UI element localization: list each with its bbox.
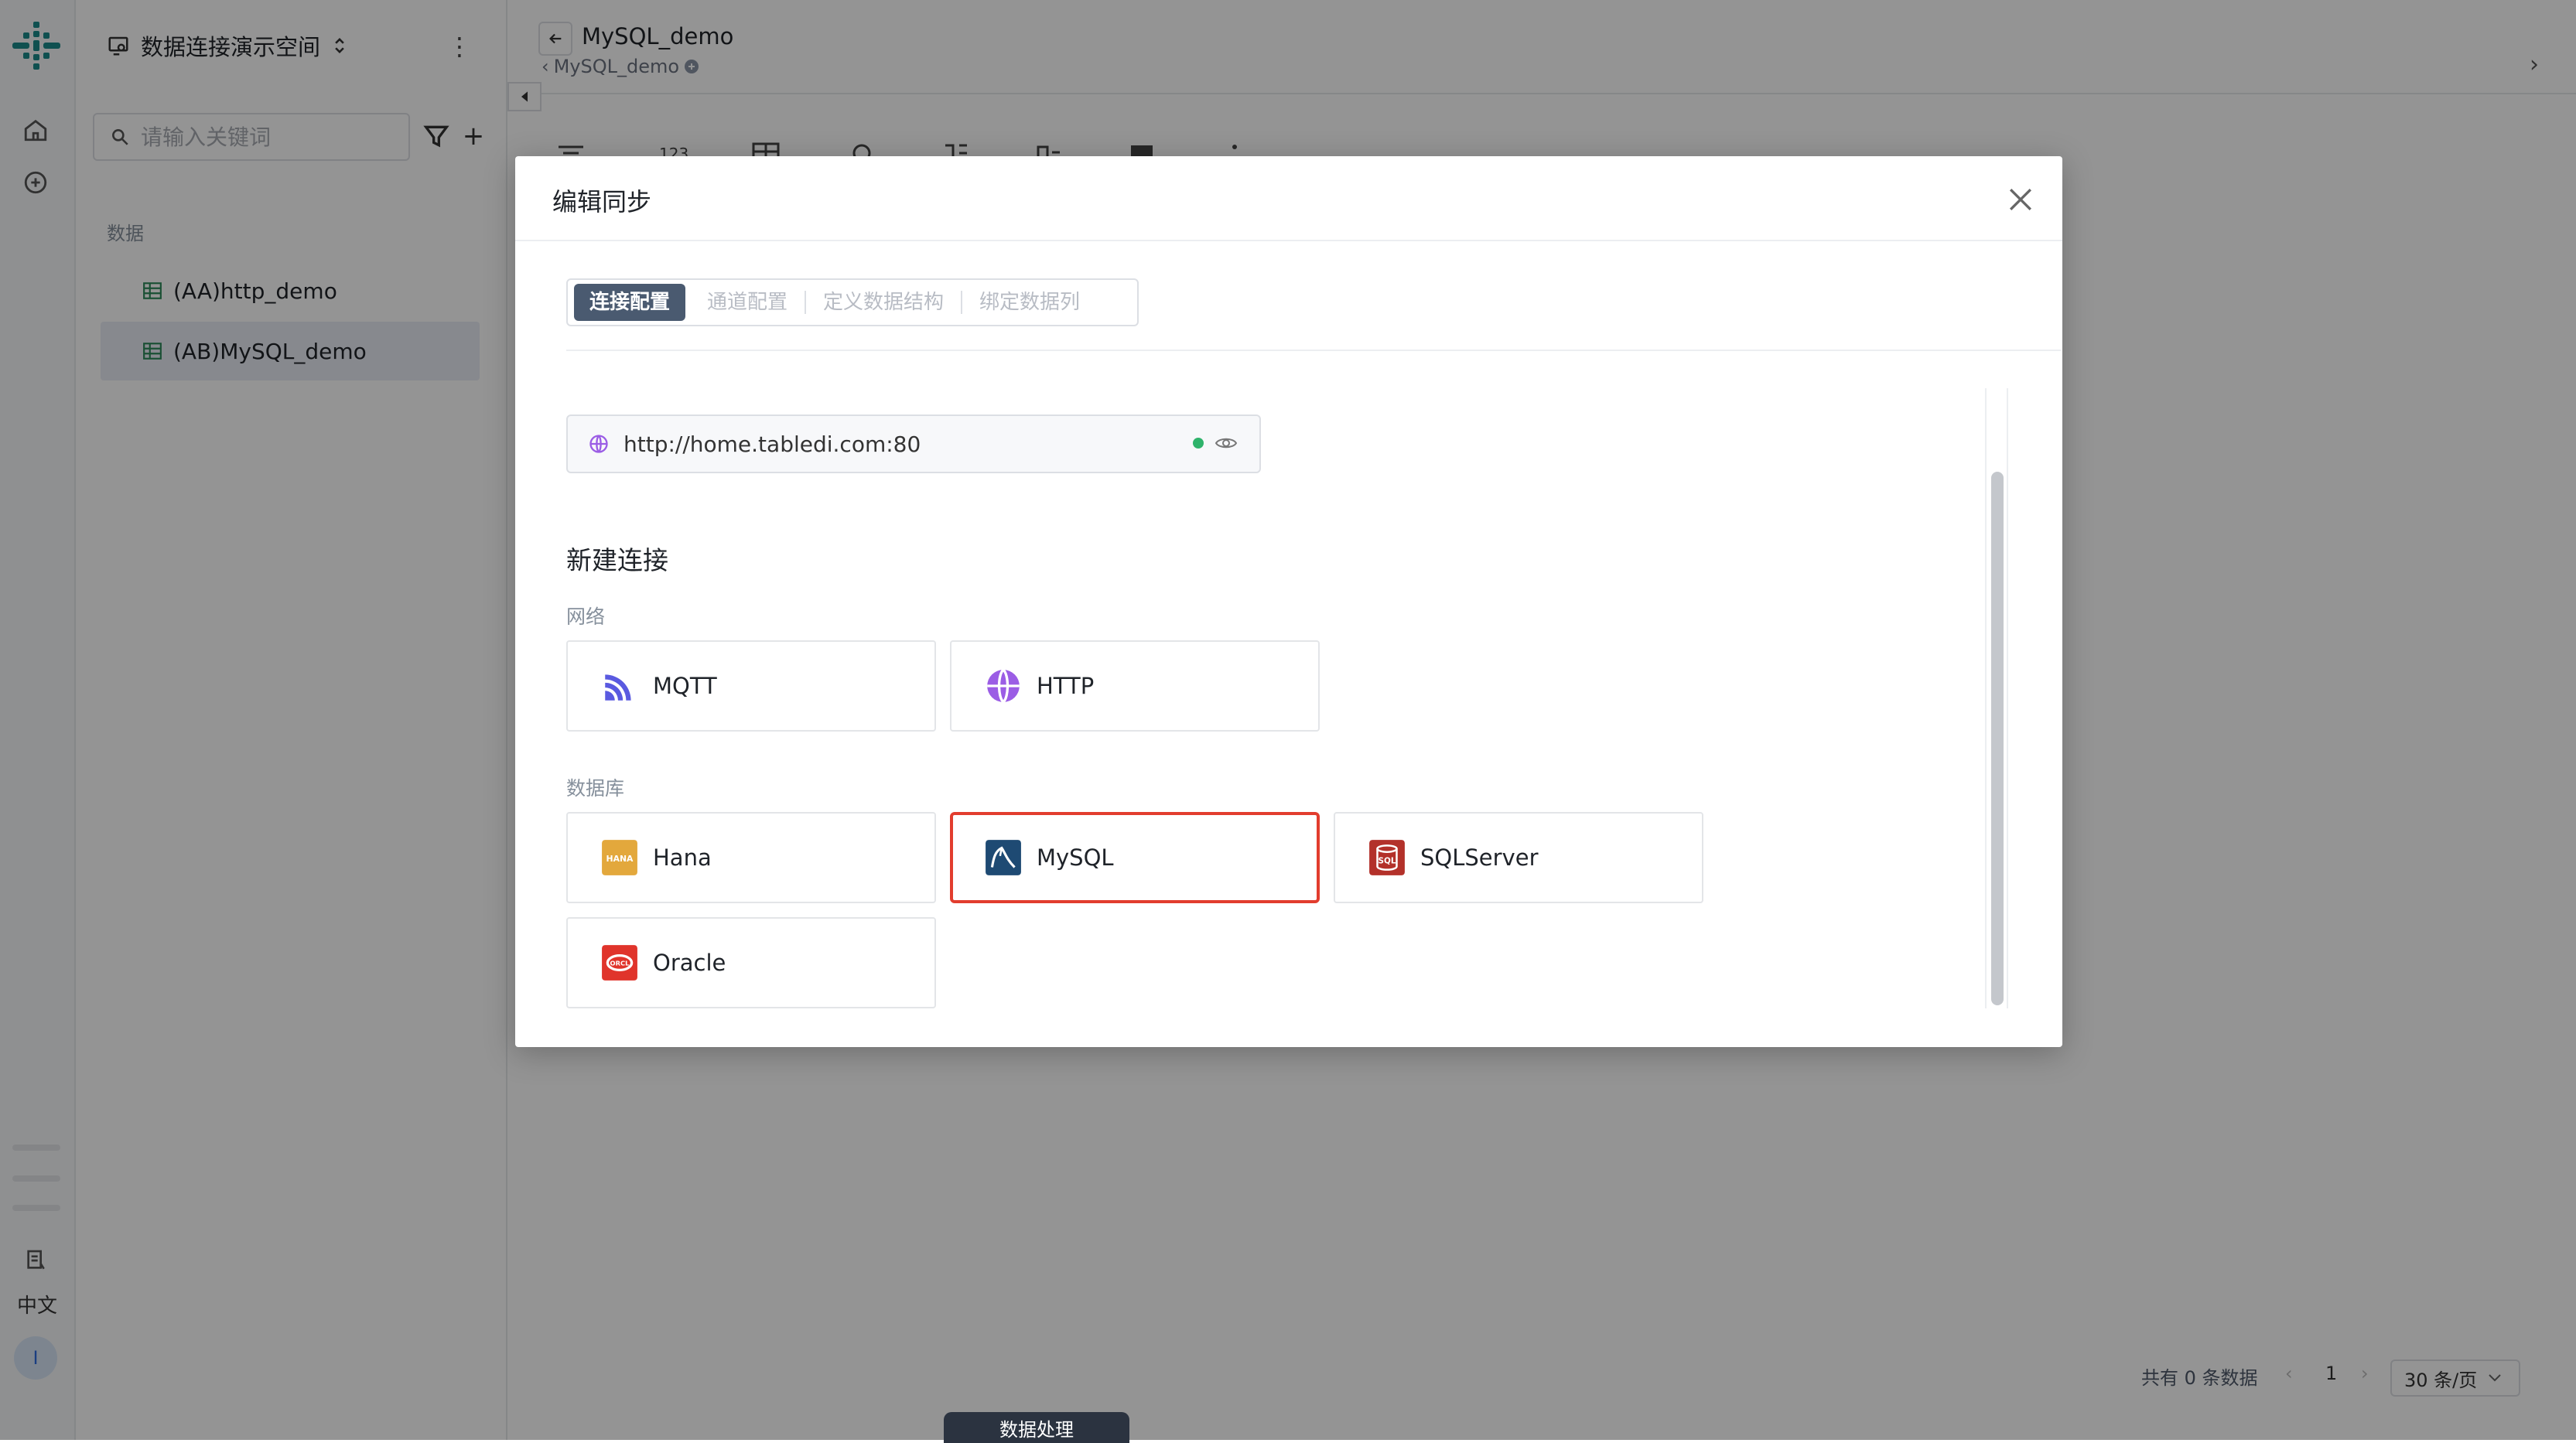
edit-sync-dialog: 编辑同步 连接配置 通道配置 定义数据结构 绑定数据列 http://home.… [515, 156, 2062, 1047]
connector-card-hana[interactable]: HANA Hana [566, 812, 936, 903]
dialog-title: 编辑同步 [552, 187, 652, 217]
group-label-database: 数据库 [566, 777, 625, 800]
connector-label: Hana [653, 844, 712, 871]
mqtt-icon [600, 667, 639, 705]
http-globe-icon [984, 667, 1023, 705]
connection-url-field[interactable]: http://home.tabledi.com:80 [566, 414, 1261, 473]
steps-divider [566, 350, 2061, 351]
tab-channel-config[interactable]: 通道配置 [690, 291, 805, 314]
mysql-icon [984, 838, 1023, 877]
connector-card-sqlserver[interactable]: SQL SQLServer [1334, 812, 1703, 903]
connector-label: Oracle [653, 950, 726, 976]
new-connection-heading: 新建连接 [566, 545, 668, 575]
connector-card-oracle[interactable]: ORCL Oracle [566, 917, 936, 1008]
connector-card-http[interactable]: HTTP [950, 640, 1320, 732]
svg-text:SQL: SQL [1379, 856, 1396, 865]
hana-icon: HANA [600, 838, 639, 877]
step-tabs: 连接配置 通道配置 定义数据结构 绑定数据列 [566, 278, 1139, 326]
oracle-icon: ORCL [600, 943, 639, 982]
connection-url: http://home.tabledi.com:80 [624, 431, 921, 457]
close-icon[interactable] [2004, 183, 2038, 217]
connector-card-mqtt[interactable]: MQTT [566, 640, 936, 732]
sqlserver-icon: SQL [1368, 838, 1406, 877]
eye-icon[interactable] [1215, 433, 1238, 453]
connector-label: MQTT [653, 673, 717, 699]
tab-bind-columns[interactable]: 绑定数据列 [961, 291, 1097, 314]
svg-text:HANA: HANA [606, 854, 634, 864]
connection-status-dot [1193, 438, 1204, 449]
scrollbar-thumb[interactable] [1991, 472, 2004, 1005]
tab-define-structure[interactable]: 定义数据结构 [805, 291, 961, 314]
network-connection-icon [589, 435, 608, 453]
connector-label: SQLServer [1420, 844, 1539, 871]
svg-text:ORCL: ORCL [610, 959, 630, 967]
group-label-network: 网络 [566, 606, 606, 628]
connector-label: MySQL [1037, 844, 1114, 871]
dialog-divider [515, 240, 2062, 241]
connector-card-mysql[interactable]: MySQL [950, 812, 1320, 903]
connector-label: HTTP [1037, 673, 1095, 699]
tab-connection-config[interactable]: 连接配置 [574, 284, 686, 321]
tab-data-processing[interactable]: 数据处理 [944, 1412, 1129, 1443]
